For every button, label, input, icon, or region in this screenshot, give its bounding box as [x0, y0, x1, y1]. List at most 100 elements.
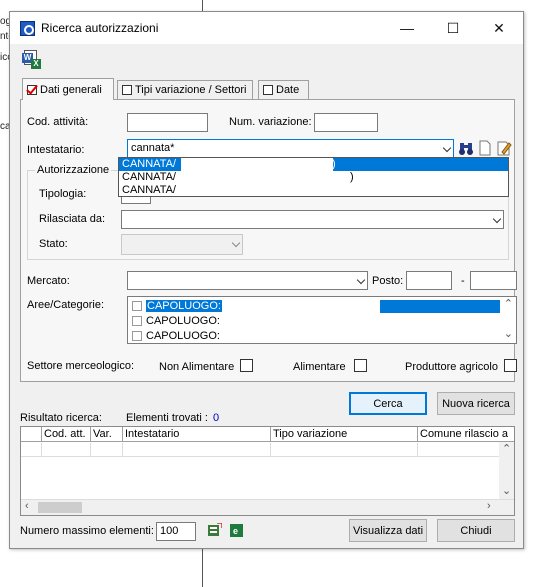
dropdown-item[interactable]: CANNATA/ [119, 184, 508, 197]
new-document-icon[interactable] [477, 140, 493, 156]
close-button[interactable]: ✕ [476, 12, 522, 44]
maximize-button[interactable]: ☐ [430, 12, 476, 44]
chevron-down-icon[interactable]: ⌄ [502, 484, 511, 497]
minimize-button[interactable]: — [384, 12, 430, 44]
rilasciata-select[interactable] [121, 210, 504, 229]
produttore-agricolo-checkbox[interactable] [504, 359, 517, 372]
visualizza-dati-button[interactable]: Visualizza dati [349, 519, 427, 542]
alimentare-label: Alimentare [293, 361, 346, 373]
edit-document-icon[interactable] [496, 140, 512, 156]
aree-label: Aree/Categorie: [27, 299, 105, 311]
window-title: Ricerca autorizzazioni [41, 21, 159, 35]
grid-header-cod-att[interactable]: Cod. att. [41, 427, 90, 442]
risultato-label: Risultato ricerca: [20, 412, 102, 424]
checkbox-icon[interactable] [132, 301, 142, 311]
chevron-left-icon[interactable]: ‹ [25, 500, 29, 512]
intestatario-dropdown-list[interactable]: CANNATA/ ) CANNATA/ ) CANNATA/ [118, 157, 509, 197]
excel-export-icon[interactable]: e [229, 523, 244, 538]
list-item[interactable]: CAPOLUOGO: [132, 329, 220, 343]
intestatario-combo[interactable]: cannata* [127, 139, 454, 158]
dropdown-item-label: CANNATA/ [122, 184, 176, 196]
stato-select[interactable] [121, 234, 243, 255]
nuova-ricerca-button[interactable]: Nuova ricerca [437, 392, 515, 415]
cod-attivita-input[interactable] [127, 113, 208, 132]
svg-text:e: e [233, 526, 238, 536]
dropdown-item[interactable]: CANNATA/ ) [119, 171, 508, 184]
list-item-label: CAPOLUOGO: [146, 315, 220, 327]
posto-separator: - [461, 275, 465, 287]
checkbox-icon[interactable] [132, 316, 142, 326]
grid-header-comune[interactable]: Comune rilascio a [417, 427, 514, 442]
tab-label: Dati generali [40, 83, 102, 96]
produttore-agricolo-label: Produttore agricolo [405, 361, 498, 373]
selection-highlight [380, 300, 500, 313]
cod-attivita-label: Cod. attività: [27, 116, 89, 128]
list-item-label: CAPOLUOGO: [146, 330, 220, 342]
alimentare-checkbox[interactable] [354, 359, 367, 372]
grid-header-var[interactable]: Var. [90, 427, 122, 442]
grid-header-cell [21, 427, 41, 442]
title-bar: Ricerca autorizzazioni — ☐ ✕ [10, 12, 523, 44]
check-icon [27, 84, 37, 95]
tipologia-label: Tipologia: [39, 188, 87, 200]
checkbox-icon [122, 85, 132, 95]
chevron-down-icon[interactable]: ⌄ [504, 327, 513, 340]
binoculars-icon[interactable] [458, 140, 474, 156]
chevron-down-icon[interactable] [351, 272, 367, 289]
grid-header: Cod. att. Var. Intestatario Tipo variazi… [21, 427, 514, 442]
tab-date[interactable]: Date [258, 80, 309, 99]
grid-header-tipo-variazione[interactable]: Tipo variazione [270, 427, 417, 442]
search-authorizations-dialog: Ricerca autorizzazioni — ☐ ✕ WX Dati gen… [9, 11, 524, 549]
chevron-right-icon[interactable]: › [487, 500, 491, 512]
tab-tipi-variazione[interactable]: Tipi variazione / Settori [117, 80, 253, 99]
mercato-select[interactable] [127, 271, 368, 290]
elementi-trovati-count: 0 [213, 412, 220, 424]
grid-cell [90, 443, 122, 457]
table-row[interactable] [21, 443, 499, 457]
grid-cell [41, 443, 90, 457]
aree-listbox[interactable]: CAPOLUOGO: CAPOLUOGO: CAPOLUOGO: ⌃ ⌄ [127, 296, 517, 344]
tab-panel-dati-generali: Cod. attività: Num. variazione: Intestat… [20, 99, 517, 382]
chiudi-button[interactable]: Chiudi [437, 519, 515, 542]
tab-label: Date [276, 84, 300, 96]
tab-dati-generali[interactable]: Dati generali [22, 78, 114, 100]
chevron-down-icon[interactable] [487, 211, 503, 228]
grid-cell [417, 443, 499, 457]
num-variazione-label: Num. variazione: [229, 116, 312, 128]
grid-header-intestatario[interactable]: Intestatario [122, 427, 270, 442]
mercato-label: Mercato: [27, 275, 70, 287]
elementi-trovati-label: Elementi trovati : [126, 412, 208, 424]
non-alimentare-label: Non Alimentare [159, 361, 235, 373]
vertical-scrollbar[interactable]: ⌃ ⌄ [499, 442, 514, 500]
max-elementi-input[interactable]: 100 [156, 522, 196, 541]
chevron-down-icon[interactable] [437, 140, 453, 157]
export-icon[interactable] [207, 522, 223, 538]
checkbox-icon[interactable] [132, 331, 142, 341]
tab-label: Tipi variazione / Settori [135, 84, 247, 96]
intestatario-label: Intestatario: [27, 144, 85, 156]
chevron-down-icon[interactable] [226, 235, 242, 252]
intestatario-value: cannata* [131, 142, 175, 154]
posto-to-input[interactable] [470, 271, 517, 290]
chevron-up-icon[interactable]: ⌃ [502, 442, 511, 455]
scrollbar-thumb[interactable] [38, 502, 82, 513]
cerca-button[interactable]: Cerca [349, 392, 427, 415]
grid-cell [122, 443, 270, 457]
dropdown-item-label: CANNATA/ [122, 171, 176, 183]
max-elementi-label: Numero massimo elementi: [20, 525, 154, 537]
chevron-up-icon[interactable]: ⌃ [504, 297, 513, 310]
grid-cell [270, 443, 417, 457]
background-divider [202, 0, 203, 11]
list-item[interactable]: CAPOLUOGO: [132, 299, 222, 313]
results-grid[interactable]: Cod. att. Var. Intestatario Tipo variazi… [20, 426, 515, 516]
posto-from-input[interactable] [406, 271, 452, 290]
horizontal-scrollbar[interactable]: ‹ › [21, 499, 514, 515]
num-variazione-input[interactable] [314, 113, 378, 132]
non-alimentare-checkbox[interactable] [240, 359, 253, 372]
settore-label: Settore merceologico: [27, 360, 134, 372]
list-item[interactable]: CAPOLUOGO: [132, 314, 220, 328]
checkbox-icon [263, 85, 273, 95]
word-excel-export-icon[interactable]: WX [22, 50, 42, 70]
dropdown-item-suffix: ) [350, 171, 354, 183]
autorizzazione-group-title: Autorizzazione [35, 164, 112, 176]
